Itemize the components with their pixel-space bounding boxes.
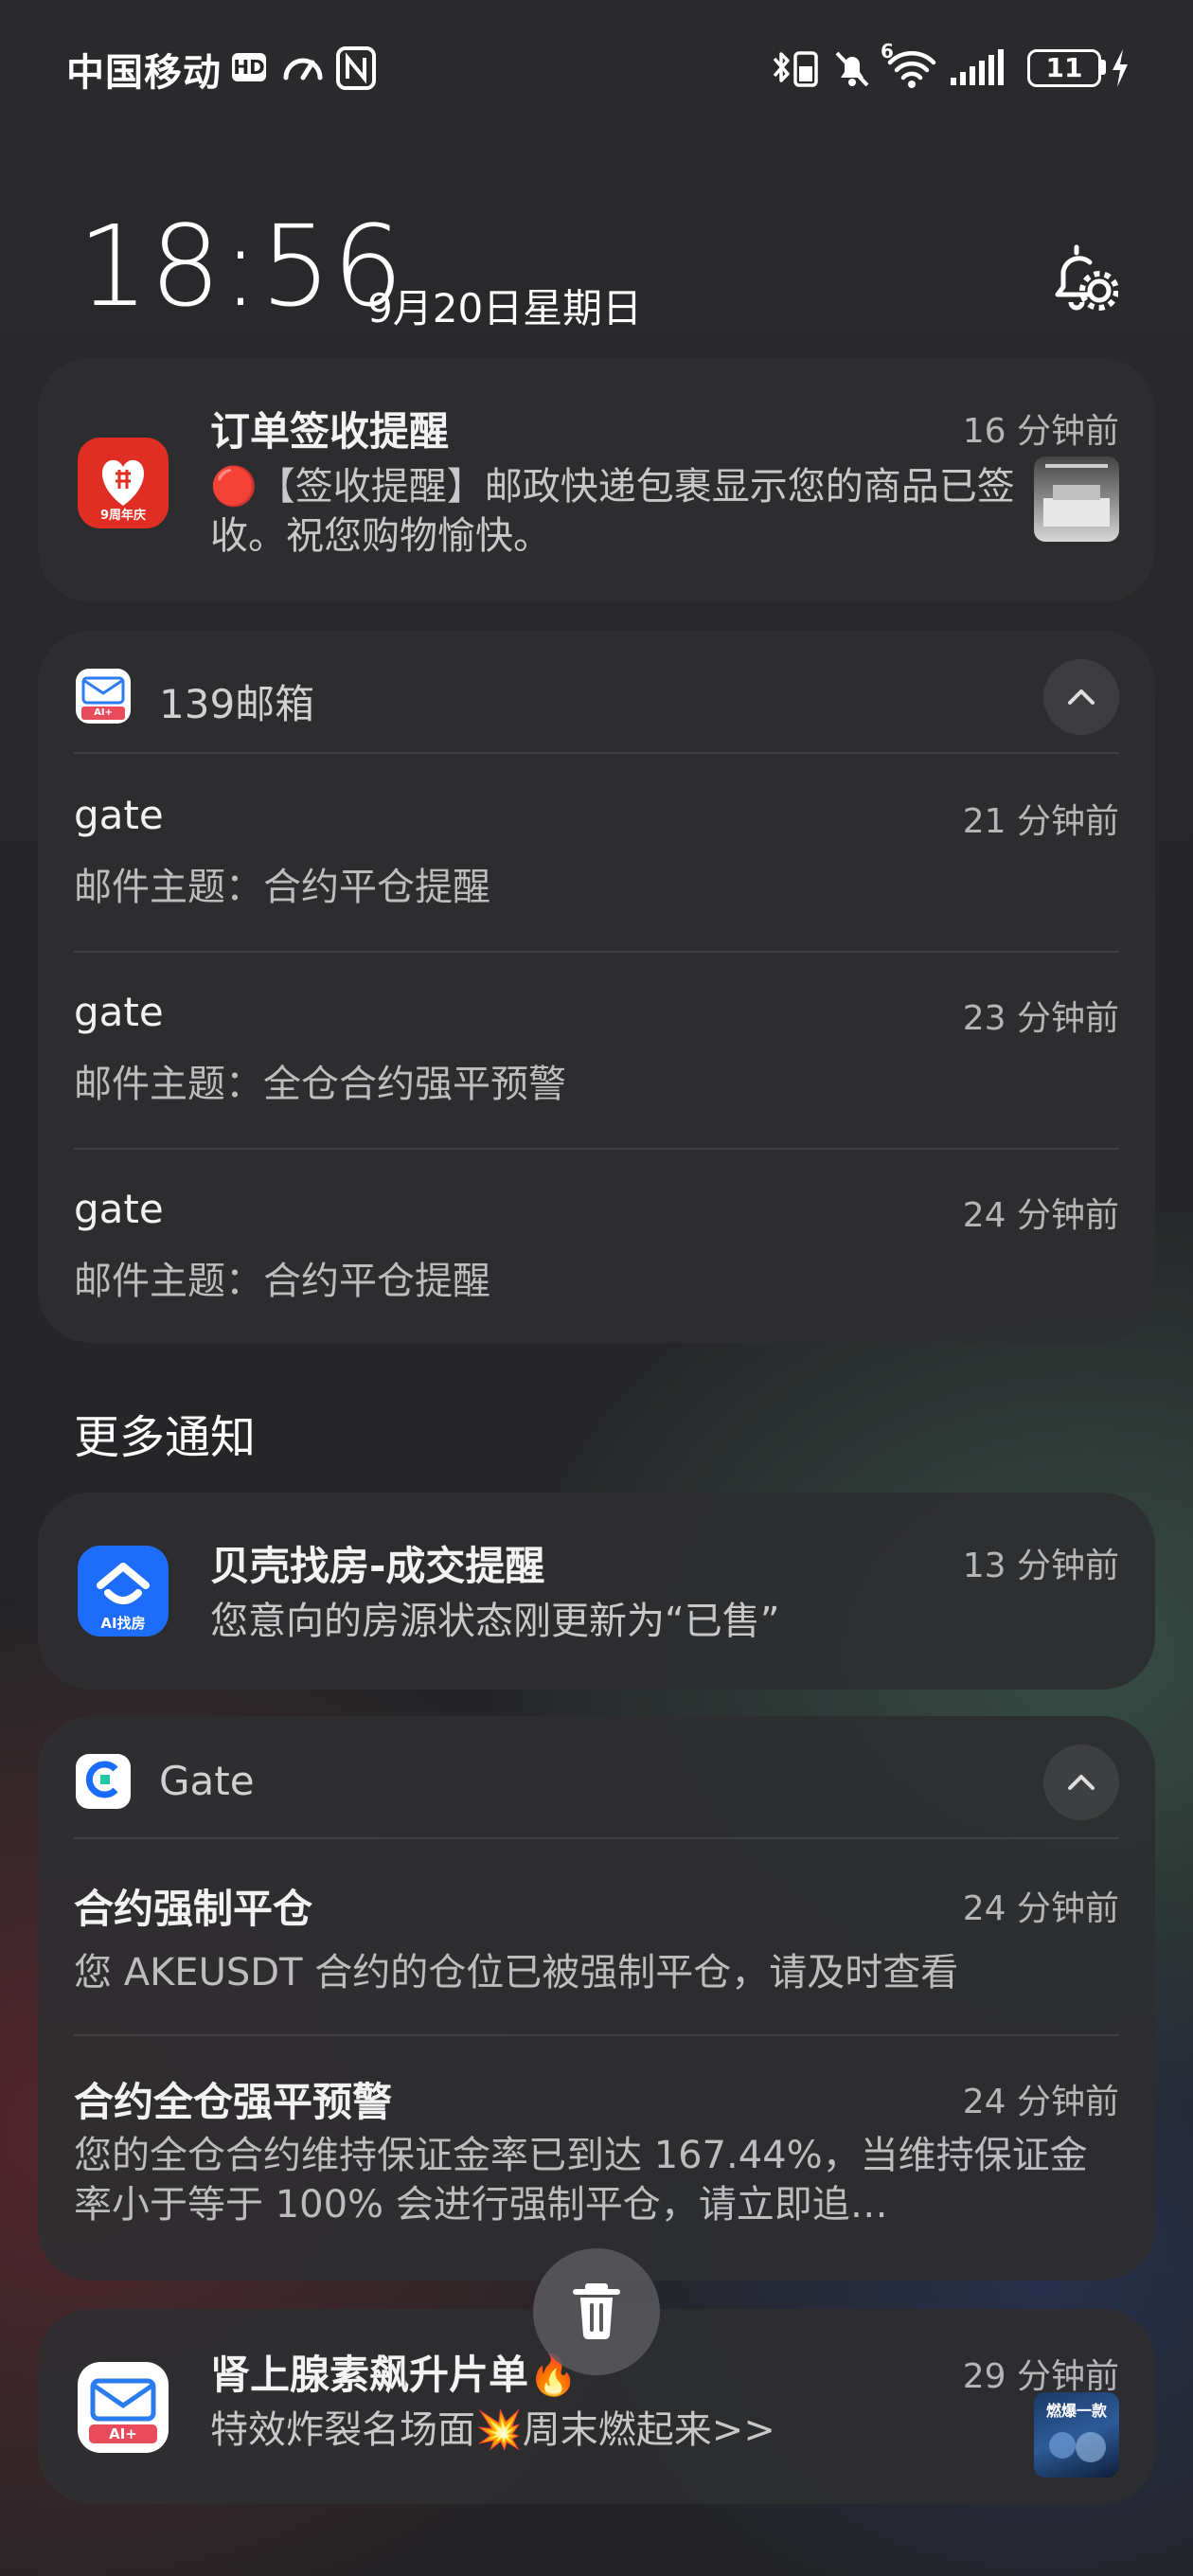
mail139-icon-caption: AI+ [94, 707, 113, 718]
mail139-icon-caption: AI+ [109, 2425, 137, 2442]
speed-gauge-icon [283, 58, 323, 80]
mail-time: 24 分钟前 [962, 1196, 1119, 1235]
promo-thumbnail-image: 燃爆一款 [1034, 2392, 1119, 2478]
list-item[interactable]: 合约全仓强平预警 24 分钟前 您的全仓合约维持保证金率已到达 167.44%，… [38, 2036, 1155, 2281]
list-item[interactable]: gate 24 分钟前 邮件主题：合约平仓提醒 [38, 1150, 1155, 1343]
pdd-icon-caption: 9周年庆 [99, 509, 147, 523]
list-item[interactable]: gate 21 分钟前 邮件主题：合约平仓提醒 [38, 754, 1155, 951]
status-bar: 中国移动 HD 6 11 [0, 0, 1193, 133]
notification-card-pdd[interactable]: 9周年庆 订单签收提醒 16 分钟前 🔴【签收提醒】邮政快递包裹显示您的商品已签… [38, 358, 1155, 602]
notification-body: 您意向的房源状态刚更新为“已售” [210, 1600, 780, 1643]
notification-title: 订单签收提醒 [210, 408, 450, 455]
signal-strength-icon [951, 49, 1004, 85]
pinduoduo-app-icon: 9周年庆 [78, 438, 169, 528]
gate-item-title: 合约全仓强平预警 [74, 2079, 393, 2125]
beike-app-icon: AI找房 [78, 1546, 169, 1637]
mail-sender: gate [74, 792, 164, 838]
notification-time: 29 分钟前 [962, 2357, 1119, 2396]
list-item[interactable]: gate 23 分钟前 邮件主题：全仓合约强平预警 [38, 953, 1155, 1148]
gate-app-icon [76, 1754, 131, 1809]
clear-all-button[interactable] [533, 2248, 660, 2375]
more-notifications-label: 更多通知 [74, 1411, 257, 1464]
notification-body: 特效炸裂名场面💥周末燃起来>> [210, 2408, 775, 2452]
trash-icon [573, 2283, 620, 2340]
charging-icon [1113, 49, 1128, 87]
mail-subject: 邮件主题：全仓合约强平预警 [74, 1063, 566, 1106]
group-app-name: 139邮箱 [159, 681, 315, 727]
clock-date: 9月20日星期日 [367, 285, 643, 331]
mail-sender: gate [74, 1186, 164, 1232]
notification-title: 肾上腺素飙升片单🔥 [210, 2352, 579, 2398]
notification-title: 贝壳找房-成交提醒 [210, 1543, 545, 1589]
group-app-name: Gate [159, 1758, 255, 1804]
clock-time: 18:56 [78, 201, 405, 331]
gate-item-time: 24 分钟前 [962, 1889, 1119, 1928]
collapse-group-button[interactable] [1043, 1744, 1119, 1820]
beike-icon-caption: AI找房 [100, 1615, 146, 1632]
gate-item-body: 您 AKEUSDT 合约的仓位已被强制平仓，请及时查看 [74, 1951, 959, 1995]
mail-time: 23 分钟前 [962, 999, 1119, 1038]
mail139-app-icon: AI+ [78, 2362, 169, 2453]
bluetooth-battery-icon [773, 51, 818, 87]
mail139-app-icon: AI+ [76, 669, 131, 724]
list-item[interactable]: 合约强制平仓 24 分钟前 您 AKEUSDT 合约的仓位已被强制平仓，请及时查… [38, 1839, 1155, 2034]
mail-subject: 邮件主题：合约平仓提醒 [74, 866, 490, 909]
chevron-up-icon [1068, 1775, 1095, 1790]
notification-settings-icon[interactable] [1046, 242, 1118, 313]
wifi-icon [887, 51, 936, 88]
collapse-group-button[interactable] [1043, 659, 1119, 735]
notification-card-beike[interactable]: AI找房 贝壳找房-成交提醒 13 分钟前 您意向的房源状态刚更新为“已售” [38, 1493, 1155, 1690]
notification-group-gate[interactable]: Gate 合约强制平仓 24 分钟前 您 AKEUSDT 合约的仓位已被强制平仓… [38, 1716, 1155, 2281]
mail-subject: 邮件主题：合约平仓提醒 [74, 1260, 490, 1303]
product-thumbnail-image [1034, 456, 1119, 542]
battery-level: 11 [1027, 49, 1101, 87]
carrier-name: 中国移动 [66, 51, 222, 95]
chevron-up-icon [1068, 689, 1095, 705]
notification-time: 13 分钟前 [962, 1547, 1119, 1585]
notification-group-139mail[interactable]: AI+ 139邮箱 gate 21 分钟前 邮件主题：合约平仓提醒 gate 2… [38, 631, 1155, 1343]
nfc-icon [336, 46, 376, 90]
gate-item-body: 您的全仓合约维持保证金率已到达 167.44%，当维持保证金率小于等于 100%… [74, 2134, 1088, 2227]
notification-time: 16 分钟前 [962, 412, 1119, 451]
battery-nub [1101, 60, 1106, 75]
notification-body: 🔴【签收提醒】邮政快递包裹显示您的商品已签收。祝您购物愉快。 [210, 465, 1015, 558]
hd-voice-icon: HD [232, 53, 266, 81]
mail-sender: gate [74, 989, 164, 1035]
bell-muted-icon [835, 51, 869, 87]
gate-item-time: 24 分钟前 [962, 2083, 1119, 2121]
gate-item-title: 合约强制平仓 [74, 1886, 313, 1932]
mail-time: 21 分钟前 [962, 802, 1119, 841]
